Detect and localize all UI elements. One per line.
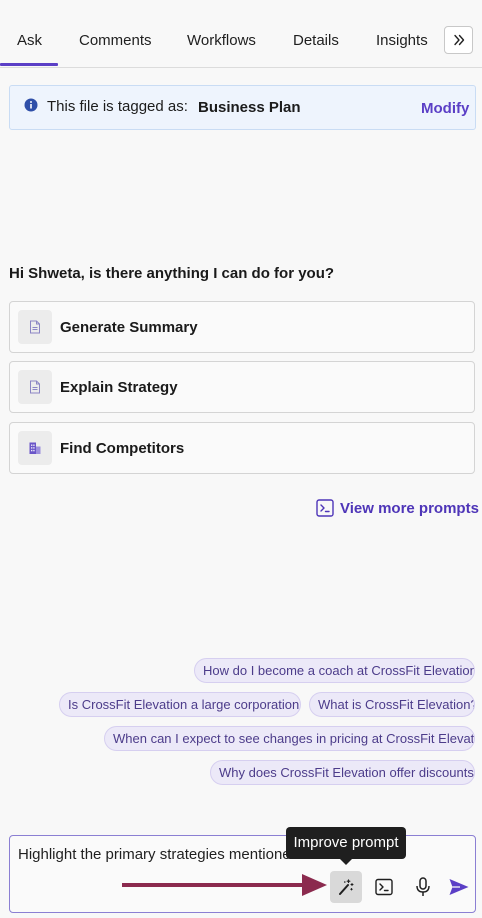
prompt-card-explain-strategy[interactable]: Explain Strategy	[9, 361, 475, 413]
send-icon	[449, 879, 469, 895]
suggestion-chip[interactable]: What is CrossFit Elevation?	[309, 692, 475, 717]
document-icon	[30, 380, 40, 394]
tab-details[interactable]: Details	[293, 32, 339, 49]
tab-comments[interactable]: Comments	[79, 32, 152, 49]
terminal-prompt-icon	[375, 878, 393, 896]
tag-label: This file is tagged as:	[47, 98, 188, 115]
tab-workflows[interactable]: Workflows	[187, 32, 256, 49]
more-tabs-button[interactable]	[444, 26, 473, 54]
prompt-card-label: Explain Strategy	[60, 379, 178, 396]
active-tab-indicator	[0, 63, 58, 66]
tab-insights[interactable]: Insights	[376, 32, 428, 49]
tooltip-arrow	[339, 858, 353, 865]
send-button[interactable]	[443, 871, 475, 903]
suggestion-chip[interactable]: How do I become a coach at CrossFit Elev…	[194, 658, 475, 683]
prompt-icon-box	[18, 431, 52, 465]
tab-ask[interactable]: Ask	[17, 32, 42, 49]
tab-bar: Ask Comments Workflows Details Insights	[0, 0, 482, 68]
prompt-icon-box	[18, 310, 52, 344]
suggestion-chip[interactable]: When can I expect to see changes in pric…	[104, 726, 475, 751]
document-icon	[30, 320, 40, 334]
double-chevron-right-icon	[453, 34, 464, 46]
improve-prompt-button[interactable]	[330, 871, 362, 903]
greeting-text: Hi Shweta, is there anything I can do fo…	[9, 265, 335, 282]
modify-tag-link[interactable]: Modify	[421, 100, 469, 117]
suggestion-chip[interactable]: Is CrossFit Elevation a large corporatio…	[59, 692, 301, 717]
file-tag-banner: This file is tagged as: Business Plan Mo…	[9, 85, 476, 130]
prompt-input-text[interactable]: Highlight the primary strategies mention…	[18, 846, 299, 863]
magic-wand-icon	[339, 879, 354, 895]
tag-value: Business Plan	[198, 99, 301, 116]
terminal-prompt-icon	[316, 499, 334, 517]
annotation-arrow-icon	[122, 874, 327, 896]
microphone-icon	[416, 877, 430, 896]
prompt-card-label: Generate Summary	[60, 319, 198, 336]
building-icon	[29, 442, 41, 454]
prompt-card-label: Find Competitors	[60, 440, 185, 457]
prompt-card-generate-summary[interactable]: Generate Summary	[9, 301, 475, 353]
view-more-prompts-label: View more prompts	[340, 500, 479, 517]
info-icon	[24, 98, 38, 112]
prompt-library-button[interactable]	[368, 871, 400, 903]
improve-prompt-tooltip: Improve prompt	[286, 827, 406, 859]
prompt-icon-box	[18, 370, 52, 404]
prompt-card-find-competitors[interactable]: Find Competitors	[9, 422, 475, 474]
voice-input-button[interactable]	[407, 871, 439, 903]
suggestion-chip[interactable]: Why does CrossFit Elevation offer discou…	[210, 760, 475, 785]
